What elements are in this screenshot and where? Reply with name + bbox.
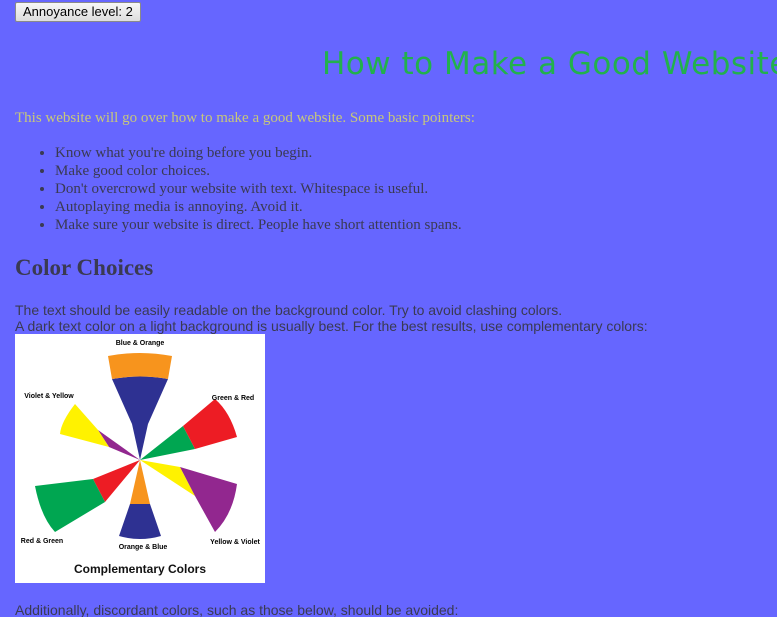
contrast-text: A dark text color on a light background …: [15, 318, 648, 334]
label-yellow-violet: Yellow & Violet: [210, 539, 260, 546]
annoyance-level-button[interactable]: Annoyance level: 2: [15, 2, 141, 22]
color-wheel-graphic: Blue & Orange Green & Red Violet & Yello…: [21, 340, 261, 576]
list-item: Autoplaying media is annoying. Avoid it.: [55, 198, 462, 216]
label-red-green: Red & Green: [21, 538, 63, 545]
list-item: Know what you're doing before you begin.: [55, 144, 462, 162]
pointer-list: Know what you're doing before you begin.…: [15, 144, 462, 234]
list-item: Make good color choices.: [55, 162, 462, 180]
label-green-red: Green & Red: [212, 395, 254, 402]
image-caption: Complementary Colors: [74, 562, 206, 576]
page-title: How to Make a Good Website: [322, 46, 777, 82]
intro-text: This website will go over how to make a …: [15, 110, 475, 126]
complementary-colors-image: Blue & Orange Green & Red Violet & Yello…: [15, 334, 265, 583]
discordant-colors-text: Additionally, discordant colors, such as…: [15, 602, 459, 617]
readability-text: The text should be easily readable on th…: [15, 302, 563, 318]
color-choices-heading: Color Choices: [15, 255, 154, 280]
label-violet-yellow: Violet & Yellow: [24, 393, 74, 400]
label-orange-blue: Orange & Blue: [119, 544, 168, 551]
list-item: Don't overcrowd your website with text. …: [55, 180, 462, 198]
list-item: Make sure your website is direct. People…: [55, 216, 462, 234]
label-blue-orange: Blue & Orange: [116, 340, 165, 347]
